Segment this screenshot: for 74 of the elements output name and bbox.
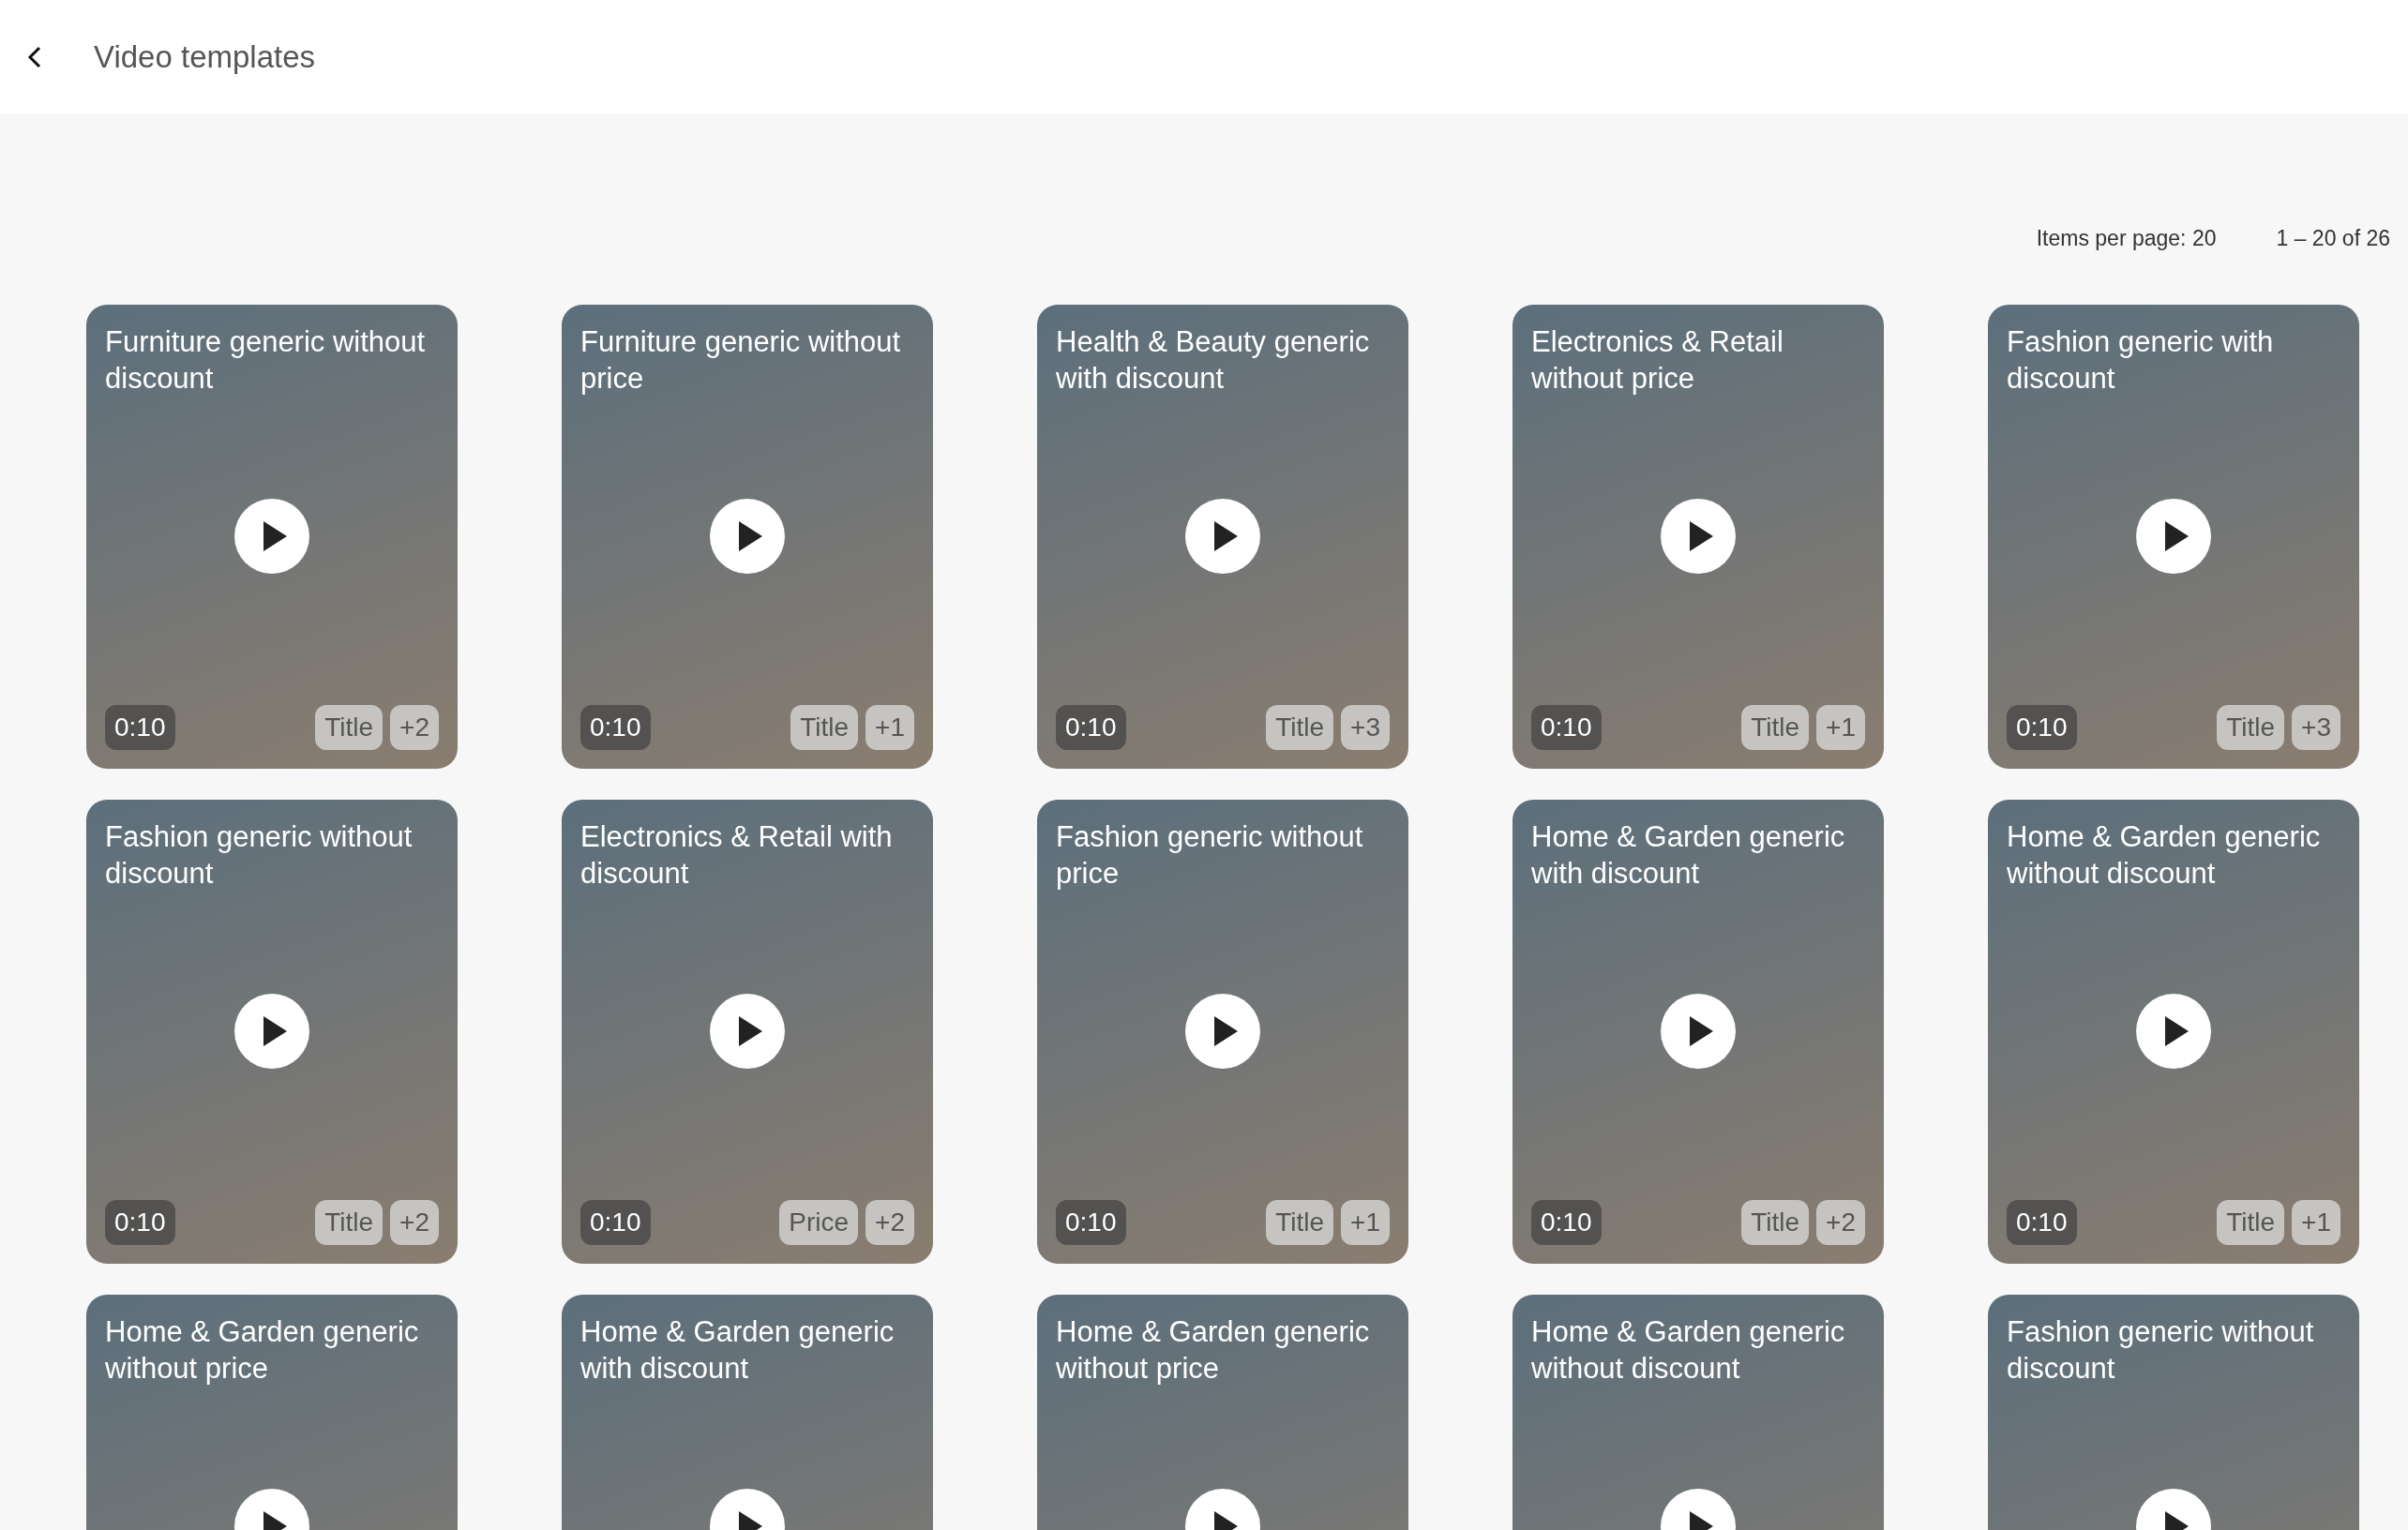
play-icon[interactable] — [234, 499, 309, 574]
field-tag: +2 — [865, 1200, 914, 1245]
play-icon[interactable] — [710, 499, 785, 574]
field-tag: +1 — [1816, 705, 1865, 750]
field-tag: +2 — [390, 705, 439, 750]
field-tag: Title — [1266, 705, 1334, 750]
duration-label: 0:10 — [580, 705, 651, 750]
template-title: Home & Garden generic without discount — [2007, 819, 2322, 892]
play-icon[interactable] — [1185, 994, 1260, 1069]
template-card[interactable]: Fashion generic without discount — [1988, 1295, 2359, 1530]
template-title: Furniture generic without price — [580, 324, 902, 397]
page-range-label: 1 – 20 of 26 — [2276, 226, 2390, 252]
template-title: Fashion generic without price — [1056, 819, 1364, 892]
template-title: Home & Garden generic without price — [1056, 1314, 1371, 1387]
field-tag: +3 — [1341, 705, 1390, 750]
duration-label: 0:10 — [1056, 705, 1126, 750]
template-card[interactable]: Electronics & Retail with discount 0:10 Price +2 — [562, 800, 933, 1264]
field-tag: Title — [2217, 1200, 2285, 1245]
template-card[interactable]: Home & Garden generic without price — [86, 1295, 458, 1530]
field-tag: +1 — [1341, 1200, 1390, 1245]
template-card[interactable]: Home & Garden generic without price — [1037, 1295, 1408, 1530]
template-card[interactable]: Furniture generic without price 0:10 Title +1 — [562, 305, 933, 769]
duration-label: 0:10 — [1056, 1200, 1126, 1245]
template-title: Health & Beauty generic with discount — [1056, 324, 1371, 397]
duration-label: 0:10 — [105, 1200, 175, 1245]
play-icon[interactable] — [2136, 499, 2211, 574]
template-card[interactable]: Fashion generic without price 0:10 Title +1 — [1037, 800, 1408, 1264]
play-icon[interactable] — [2136, 994, 2211, 1069]
template-title: Electronics & Retail without price — [1531, 324, 1784, 397]
duration-label: 0:10 — [2007, 705, 2077, 750]
template-card[interactable]: Fashion generic with discount 0:10 Title +3 — [1988, 305, 2359, 769]
template-card[interactable]: Home & Garden generic without discount 0:10 Title +1 — [1988, 800, 2359, 1264]
items-per-page-label[interactable]: Items per page: 20 — [2036, 226, 2217, 305]
template-title: Home & Garden generic with discount — [1531, 819, 1846, 892]
field-tag: Price — [779, 1200, 859, 1245]
field-tag: Title — [2217, 705, 2285, 750]
duration-label: 0:10 — [580, 1200, 651, 1245]
play-icon[interactable] — [234, 994, 309, 1069]
template-title: Fashion generic with discount — [2007, 324, 2275, 397]
field-tag: +1 — [2292, 1200, 2340, 1245]
template-card[interactable]: Home & Garden generic without discount — [1513, 1295, 1884, 1530]
field-tag: +3 — [2292, 705, 2340, 750]
template-title: Home & Garden generic without price — [105, 1314, 420, 1387]
template-title: Furniture generic without discount — [105, 324, 427, 397]
duration-label: 0:10 — [1531, 705, 1602, 750]
back-icon — [26, 44, 43, 69]
field-tag: Title — [790, 705, 859, 750]
template-card[interactable]: Electronics & Retail without price 0:10 Title +1 — [1513, 305, 1884, 769]
template-card[interactable]: Health & Beauty generic with discount 0:10 Title +3 — [1037, 305, 1408, 769]
field-tag: Title — [1266, 1200, 1334, 1245]
play-icon[interactable] — [1661, 994, 1736, 1069]
template-title: Electronics & Retail with discount — [580, 819, 894, 892]
field-tag: Title — [315, 1200, 384, 1245]
template-card[interactable]: Home & Garden generic with discount — [562, 1295, 933, 1530]
field-tag: +1 — [865, 705, 914, 750]
page-title: Video templates — [94, 38, 316, 75]
template-card[interactable]: Furniture generic without discount 0:10 Title +2 — [86, 305, 458, 769]
template-card[interactable]: Fashion generic without discount 0:10 Title +2 — [86, 800, 458, 1264]
field-tag: Title — [315, 705, 384, 750]
duration-label: 0:10 — [1531, 1200, 1602, 1245]
template-title: Home & Garden generic with discount — [580, 1314, 895, 1387]
play-icon[interactable] — [710, 994, 785, 1069]
template-card[interactable]: Home & Garden generic with discount 0:10 Title +2 — [1513, 800, 1884, 1264]
duration-label: 0:10 — [105, 705, 175, 750]
template-title: Fashion generic without discount — [105, 819, 414, 892]
field-tag: +2 — [1816, 1200, 1865, 1245]
template-title: Fashion generic without discount — [2007, 1314, 2315, 1387]
field-tag: Title — [1741, 1200, 1810, 1245]
duration-label: 0:10 — [2007, 1200, 2077, 1245]
field-tag: +2 — [390, 1200, 439, 1245]
field-tag: Title — [1741, 705, 1810, 750]
play-icon[interactable] — [1661, 499, 1736, 574]
template-title: Home & Garden generic without discount — [1531, 1314, 1846, 1387]
play-icon[interactable] — [1185, 499, 1260, 574]
